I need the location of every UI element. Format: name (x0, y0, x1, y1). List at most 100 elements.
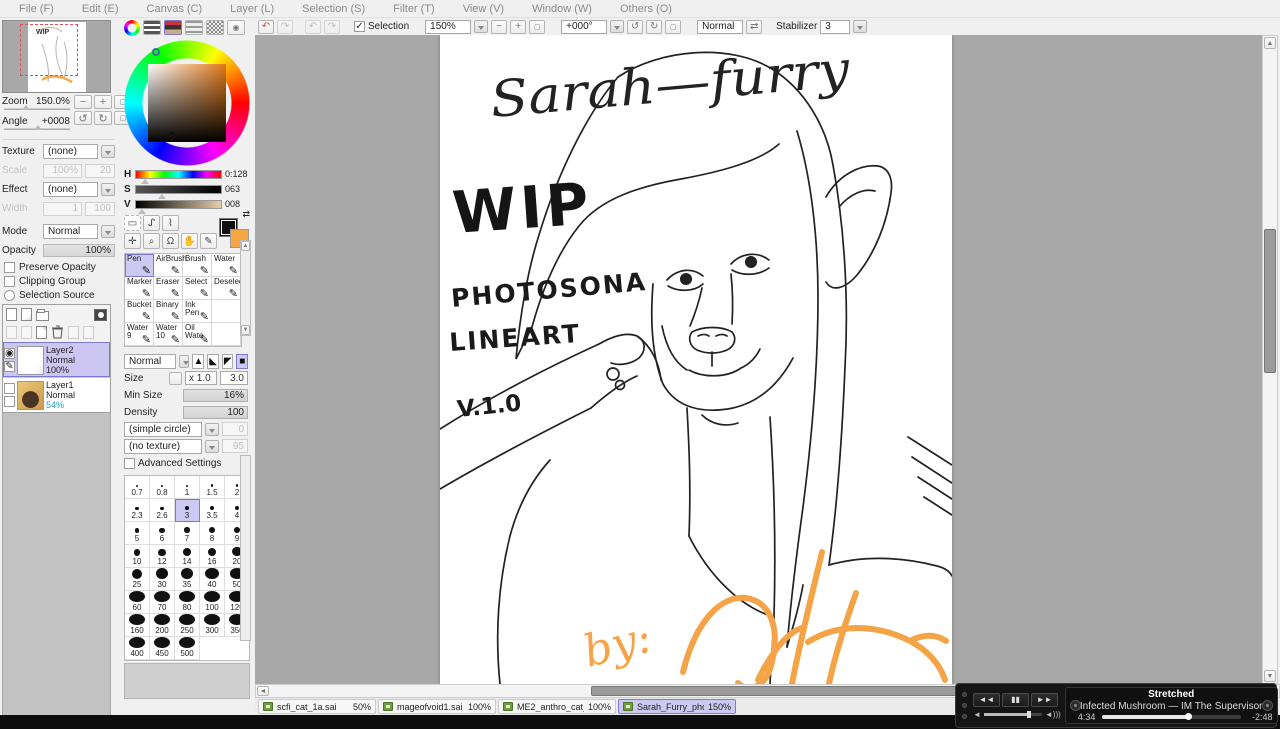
swatches-tab-icon[interactable] (206, 20, 224, 35)
sv-marker[interactable] (168, 132, 176, 140)
clear-layer-icon[interactable] (36, 326, 47, 339)
effect-dropdown-icon[interactable] (101, 183, 115, 196)
brush-texture-dropdown-icon[interactable] (205, 440, 219, 453)
layer-paint-indicator-icon[interactable] (4, 396, 15, 407)
paste-layer-icon[interactable] (83, 326, 94, 339)
layer-mask-icon[interactable] (94, 309, 107, 321)
brush-size-25[interactable]: 25 (125, 568, 150, 591)
menu-item-others[interactable]: Others (O) (607, 2, 685, 16)
move-tool-icon[interactable]: ✛ (124, 233, 141, 249)
zoom-in-button[interactable]: + (94, 95, 112, 109)
selection-source-radio[interactable] (4, 290, 15, 301)
size-grid-scrollbar[interactable] (240, 455, 251, 641)
rgb-sliders-tab-icon[interactable] (143, 20, 161, 35)
angle-select[interactable]: +000° (561, 20, 607, 34)
tool-grid-scrollbar[interactable]: ▲▼ (240, 240, 251, 336)
brush-size-7[interactable]: 7 (175, 522, 200, 545)
angle-dropdown-icon[interactable] (610, 20, 624, 33)
tool-water9[interactable]: Water 9✎ (125, 323, 154, 346)
brush-size-14[interactable]: 14 (175, 545, 200, 568)
brush-edge-shape-2[interactable]: ◣ (207, 354, 219, 369)
color-mixer-tab-icon[interactable] (185, 20, 203, 35)
toolbar-zoom-out-button[interactable]: − (491, 20, 507, 34)
menu-item-edit[interactable]: Edit (E) (69, 2, 132, 16)
stabilizer-select[interactable]: 3 (820, 20, 850, 34)
brush-size-160[interactable]: 160 (125, 614, 150, 637)
delete-layer-icon[interactable] (51, 325, 64, 339)
zoom-tool-icon[interactable]: ⌕ (143, 233, 160, 249)
copy-layer-icon[interactable] (68, 326, 79, 339)
tool-marker[interactable]: Marker✎ (125, 277, 154, 300)
navigator-viewport-rect[interactable] (20, 24, 78, 76)
preserve-opacity-checkbox[interactable] (4, 262, 15, 273)
layer-mode-select[interactable]: Normal (43, 224, 98, 239)
eyedropper-icon[interactable]: ✎ (200, 233, 217, 249)
layer-visibility-icon[interactable]: ◉ (4, 348, 15, 359)
advanced-settings-checkbox[interactable] (124, 458, 135, 469)
document-tab-mageofvoid1-sai[interactable]: mageofvoid1.sai100% (378, 699, 496, 714)
menu-item-file[interactable]: File (F) (6, 2, 67, 16)
canvas-document[interactable]: Sarah—furry WIP PHOTOSONA LINEART V.1.0 … (440, 35, 952, 684)
rotate-cw-button[interactable]: ↻ (94, 111, 112, 125)
zoom-dropdown-icon[interactable] (474, 20, 488, 33)
tool-ink-pen[interactable]: Ink Pen✎ (183, 300, 212, 323)
volume-slider[interactable] (984, 713, 1042, 716)
document-tab-scfi-cat-1a-sai[interactable]: scfi_cat_1a.sai50% (258, 699, 376, 714)
brush-size-5[interactable]: 5 (125, 522, 150, 545)
redo-button[interactable]: ↷ (277, 20, 293, 34)
brush-minsize-slider[interactable]: 16% (183, 389, 248, 402)
next-track-button[interactable]: ►► (1031, 693, 1058, 707)
brush-blend-dropdown-icon[interactable] (179, 355, 189, 368)
brush-size-3.5[interactable]: 3.5 (200, 499, 225, 522)
brush-texture-select[interactable]: (no texture) (124, 439, 202, 454)
tool-bucket[interactable]: Bucket✎ (125, 300, 154, 323)
brush-size-6[interactable]: 6 (150, 522, 175, 545)
brush-edge-shape-4[interactable]: ■ (236, 354, 248, 369)
tool-airbrush[interactable]: AirBrush✎ (154, 254, 183, 277)
brush-size-16[interactable]: 16 (200, 545, 225, 568)
brush-size-80[interactable]: 80 (175, 591, 200, 614)
menu-item-filter[interactable]: Filter (T) (380, 2, 448, 16)
layer-opacity-slider[interactable]: 100% (43, 244, 115, 257)
transfer-down-icon[interactable] (6, 326, 17, 339)
brush-size-400[interactable]: 400 (125, 637, 150, 660)
nav-zoom-slider[interactable] (4, 108, 70, 110)
menu-item-window[interactable]: Window (W) (519, 2, 605, 16)
toolbar-zoom-in-button[interactable]: + (510, 20, 526, 34)
magic-wand-icon[interactable]: ⌇ (162, 215, 179, 231)
brush-size-450[interactable]: 450 (150, 637, 175, 660)
menu-item-selection[interactable]: Selection (S) (289, 2, 378, 16)
tool-binary[interactable]: Binary✎ (154, 300, 183, 323)
swap-colors-icon[interactable]: ⇄ (242, 209, 250, 220)
brush-size-100[interactable]: 100 (200, 591, 225, 614)
brush-size-0.7[interactable]: 0.7 (125, 476, 150, 499)
player-seek-bar[interactable] (1102, 715, 1241, 719)
brush-size-12[interactable]: 12 (150, 545, 175, 568)
color-wheel-tab-icon[interactable] (124, 20, 140, 36)
effect-select[interactable]: (none) (43, 182, 98, 197)
navigator-preview[interactable]: WIP (2, 20, 111, 93)
texture-dropdown-icon[interactable] (101, 145, 115, 158)
previous-track-button[interactable]: ◄◄ (973, 693, 1000, 707)
new-layer-icon[interactable] (6, 308, 17, 321)
color-wheel[interactable] (124, 40, 250, 166)
saturation-slider[interactable] (135, 185, 222, 194)
brush-size-40[interactable]: 40 (200, 568, 225, 591)
toolbar-rotate-ccw-button[interactable]: ↺ (627, 20, 643, 34)
layer-visibility-icon[interactable] (4, 383, 15, 394)
brush-size-1[interactable]: 1 (175, 476, 200, 499)
menu-item-layer[interactable]: Layer (L) (217, 2, 287, 16)
tool-brush[interactable]: Brush✎ (183, 254, 212, 277)
layer-mode-dropdown-icon[interactable] (101, 225, 115, 238)
brush-density-slider[interactable]: 100 (183, 406, 248, 419)
undo-button[interactable]: ↶ (258, 20, 274, 34)
selection-undo-button[interactable]: ↶ (305, 20, 321, 34)
brush-size-8[interactable]: 8 (200, 522, 225, 545)
brush-blend-mode-select[interactable]: Normal (124, 354, 176, 369)
pause-button[interactable]: ▮▮ (1002, 693, 1029, 707)
canvas-workspace[interactable]: Sarah—furry WIP PHOTOSONA LINEART V.1.0 … (255, 35, 1262, 684)
menu-item-view[interactable]: View (V) (450, 2, 517, 16)
stabilizer-dropdown-icon[interactable] (853, 20, 867, 33)
brush-size-30[interactable]: 30 (150, 568, 175, 591)
player-right-round-button[interactable] (1262, 700, 1273, 711)
